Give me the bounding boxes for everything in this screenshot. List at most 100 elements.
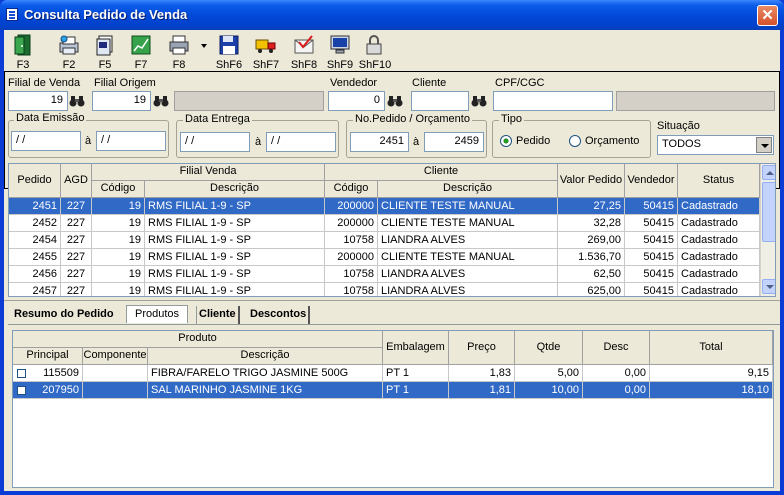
toolbar-label: ShF10: [358, 59, 392, 71]
envelope-check-icon: [294, 35, 314, 54]
col-header-preco[interactable]: Preço: [449, 331, 515, 365]
toolbar-button-f5[interactable]: F5: [88, 32, 122, 71]
tipo-pedido-label[interactable]: Pedido: [516, 135, 550, 147]
group-header-produto: Produto: [13, 331, 383, 348]
tipo-orcamento-radio[interactable]: [569, 135, 581, 147]
col-header-pedido[interactable]: Pedido: [9, 164, 61, 198]
tab-descontos[interactable]: Descontos: [248, 306, 311, 324]
col-header-principal[interactable]: Principal: [13, 348, 83, 365]
col-header-status[interactable]: Status: [678, 164, 760, 198]
order-row[interactable]: 2454 227 19 RMS FILIAL 1-9 - SP 10758 LI…: [9, 232, 760, 249]
toolbar-button-shf7[interactable]: ShF7: [249, 32, 283, 71]
numero-pedido-to[interactable]: 2459: [424, 132, 484, 152]
filial-origem-input[interactable]: 19: [92, 91, 151, 111]
cpf-cgc-input[interactable]: [493, 91, 613, 111]
data-emissao-from[interactable]: / /: [11, 131, 81, 151]
toolbar-button-shf6[interactable]: ShF6: [212, 32, 246, 71]
col-header-total[interactable]: Total: [650, 331, 773, 365]
col-header-componente[interactable]: Componente: [83, 348, 148, 365]
toolbar-button-shf10[interactable]: ShF10: [357, 32, 393, 71]
group-header-filial-venda: Filial Venda: [92, 164, 325, 181]
scroll-down-button[interactable]: [762, 279, 775, 294]
tab-resumo-do-pedido[interactable]: Resumo do Pedido: [12, 306, 116, 324]
order-vendedor: 50415: [625, 283, 678, 296]
binoculars-icon[interactable]: [69, 94, 85, 108]
order-cliente-codigo: 10758: [325, 266, 378, 283]
col-header-cliente-descricao[interactable]: Descrição: [378, 181, 558, 198]
order-filial-descricao: RMS FILIAL 1-9 - SP: [145, 266, 325, 283]
product-componente: [83, 365, 148, 382]
tab-produtos[interactable]: Produtos: [126, 305, 188, 323]
order-row[interactable]: 2456 227 19 RMS FILIAL 1-9 - SP 10758 LI…: [9, 266, 760, 283]
close-button[interactable]: ✕: [757, 5, 778, 26]
situacao-label: Situação: [657, 120, 700, 132]
toolbar-label: ShF6: [215, 59, 243, 71]
tab-cliente[interactable]: Cliente: [196, 306, 240, 324]
tipo-pedido-radio[interactable]: [500, 135, 512, 147]
order-filial-codigo: 19: [92, 232, 145, 249]
printer-icon: [169, 35, 189, 55]
col-header-cliente-codigo[interactable]: Código: [325, 181, 378, 198]
dropdown-arrow-icon[interactable]: [201, 44, 207, 48]
scroll-thumb[interactable]: [762, 182, 775, 242]
numero-pedido-from[interactable]: 2451: [350, 132, 409, 152]
order-agd: 227: [61, 249, 92, 266]
order-cliente-descricao: CLIENTE TESTE MANUAL: [378, 215, 558, 232]
col-header-filial-codigo[interactable]: Código: [92, 181, 145, 198]
binoculars-icon[interactable]: [153, 94, 169, 108]
order-valor: 32,28: [558, 215, 625, 232]
order-pedido: 2451: [9, 198, 61, 215]
toolbar-button-f8[interactable]: F8: [162, 32, 196, 71]
order-row[interactable]: 2451 227 19 RMS FILIAL 1-9 - SP 200000 C…: [9, 198, 760, 215]
binoculars-icon[interactable]: [471, 94, 487, 108]
order-status: Cadastrado: [678, 198, 760, 215]
toolbar-button-shf8[interactable]: ShF8: [287, 32, 321, 71]
situacao-dropdown-button[interactable]: [756, 137, 772, 153]
cliente-input[interactable]: [411, 91, 469, 111]
order-filial-descricao: RMS FILIAL 1-9 - SP: [145, 215, 325, 232]
col-header-vendedor[interactable]: Vendedor: [625, 164, 678, 198]
scroll-up-button[interactable]: [762, 165, 775, 180]
toolbar-button-f7[interactable]: F7: [124, 32, 158, 71]
title-bar[interactable]: Consulta Pedido de Venda ✕: [0, 0, 784, 30]
product-total: 18,10: [650, 382, 773, 399]
col-header-qtde[interactable]: Qtde: [515, 331, 583, 365]
data-entrega-to[interactable]: / /: [266, 132, 336, 152]
tipo-orcamento-label[interactable]: Orçamento: [585, 135, 639, 147]
order-pedido: 2457: [9, 283, 61, 296]
orders-scrollbar[interactable]: [760, 164, 775, 296]
col-header-descricao[interactable]: Descrição: [148, 348, 383, 365]
toolbar-button-f2[interactable]: F2: [52, 32, 86, 71]
product-principal: 207950: [13, 382, 83, 399]
order-status: Cadastrado: [678, 249, 760, 266]
product-row[interactable]: 207950 SAL MARINHO JASMINE 1KG PT 1 1,81…: [13, 382, 773, 399]
order-agd: 227: [61, 266, 92, 283]
col-header-agd[interactable]: AGD: [61, 164, 92, 198]
date-separator: à: [255, 136, 262, 148]
product-qtde: 5,00: [515, 365, 583, 382]
order-cliente-codigo: 10758: [325, 283, 378, 296]
order-filial-descricao: RMS FILIAL 1-9 - SP: [145, 232, 325, 249]
filial-venda-input[interactable]: 19: [8, 91, 68, 111]
toolbar-button-shf9[interactable]: ShF9: [323, 32, 357, 71]
numero-pedido-label: No.Pedido / Orçamento: [353, 113, 472, 125]
col-header-desc[interactable]: Desc: [583, 331, 650, 365]
data-emissao-to[interactable]: / /: [96, 131, 166, 151]
data-entrega-from[interactable]: / /: [180, 132, 250, 152]
col-header-filial-descricao[interactable]: Descrição: [145, 181, 325, 198]
vendedor-input[interactable]: 0: [328, 91, 385, 111]
col-header-valor-pedido[interactable]: Valor Pedido: [558, 164, 625, 198]
order-filial-descricao: RMS FILIAL 1-9 - SP: [145, 249, 325, 266]
cpf-cgc-label: CPF/CGC: [495, 77, 545, 89]
binoculars-icon[interactable]: [387, 94, 403, 108]
application-window: Consulta Pedido de Venda ✕ F3 F2 F5 F7 F…: [0, 0, 784, 495]
order-filial-codigo: 19: [92, 249, 145, 266]
order-status: Cadastrado: [678, 266, 760, 283]
order-row[interactable]: 2452 227 19 RMS FILIAL 1-9 - SP 200000 C…: [9, 215, 760, 232]
col-header-embalagem[interactable]: Embalagem: [383, 331, 449, 365]
order-row[interactable]: 2457 227 19 RMS FILIAL 1-9 - SP 10758 LI…: [9, 283, 760, 296]
cpf-cgc-description: [616, 91, 775, 111]
order-row[interactable]: 2455 227 19 RMS FILIAL 1-9 - SP 200000 C…: [9, 249, 760, 266]
product-row[interactable]: 115509 FIBRA/FARELO TRIGO JASMINE 500G P…: [13, 365, 773, 382]
toolbar-button-f3[interactable]: F3: [6, 32, 40, 71]
